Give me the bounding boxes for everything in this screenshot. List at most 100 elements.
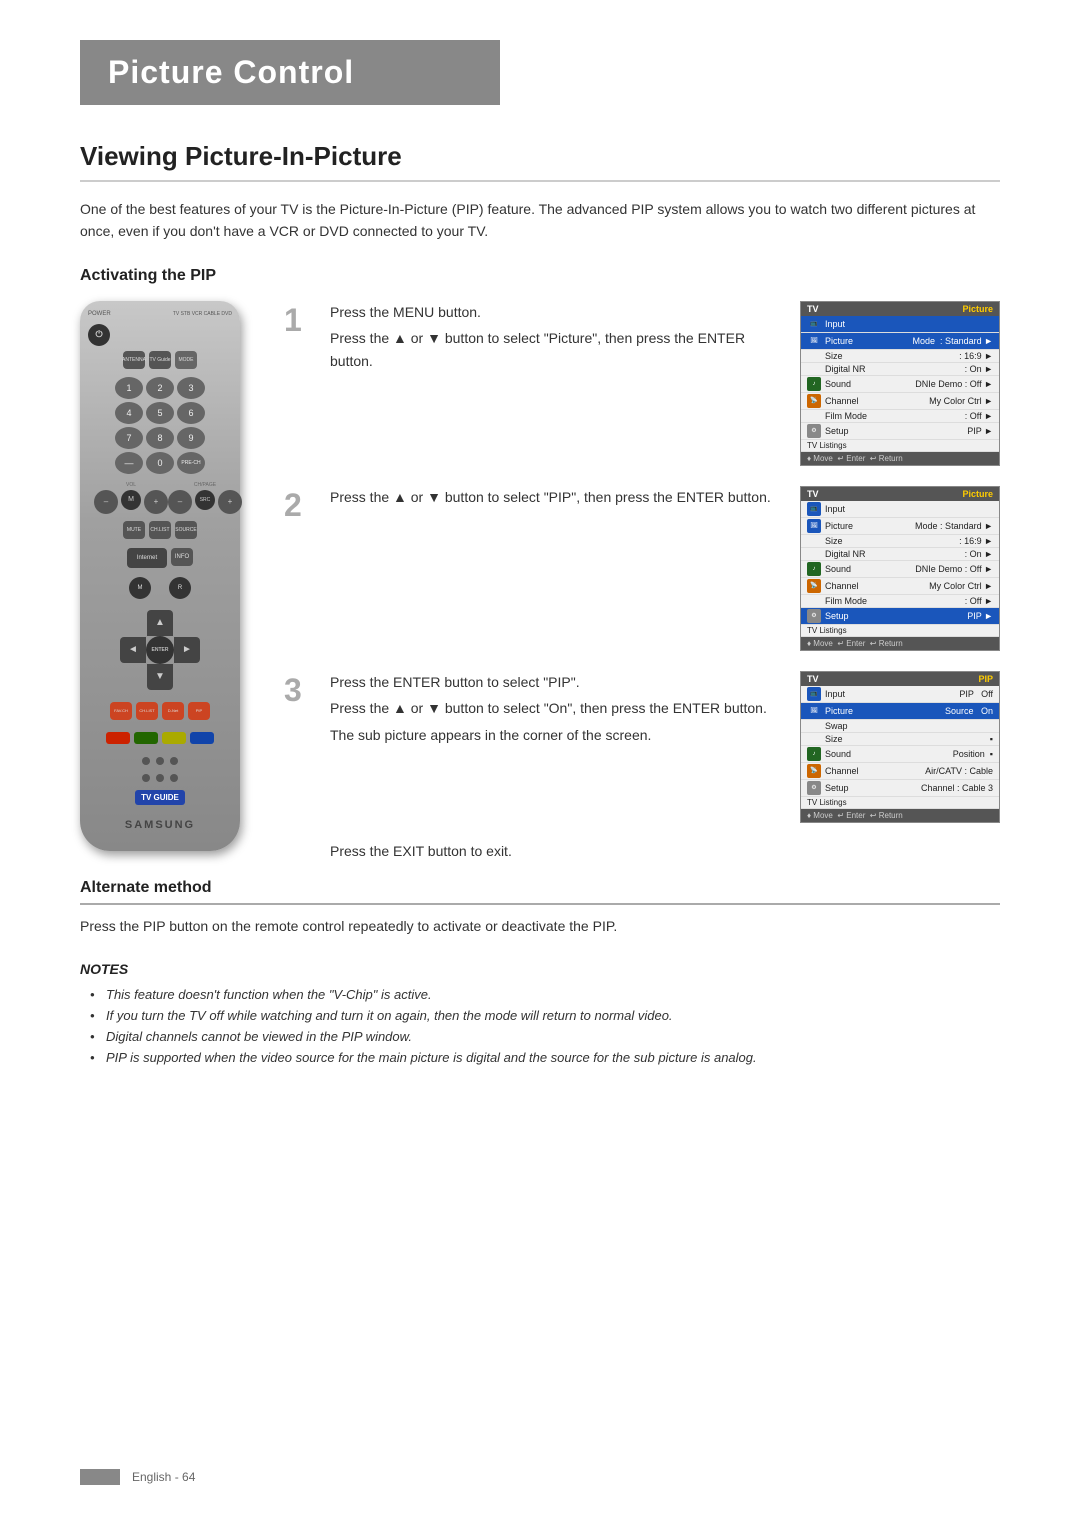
mode-button[interactable]: MODE: [175, 351, 197, 369]
step-2-number: 2: [284, 486, 314, 524]
pip-button[interactable]: PIP: [188, 702, 210, 720]
num-3[interactable]: 3: [177, 377, 205, 399]
menu-button[interactable]: M: [129, 577, 151, 599]
sound-icon-3: ♪: [807, 747, 821, 761]
setup-icon-2: ⚙: [807, 609, 821, 623]
num-0[interactable]: 0: [146, 452, 174, 474]
footer-text-1: ♦ Move ↵ Enter ↩ Return: [807, 454, 903, 463]
ch-list-btn2[interactable]: CH.LIST: [136, 702, 158, 720]
ch-down[interactable]: –: [168, 490, 192, 514]
remote-control: POWER TV STB VCR CABLE DVD ⏻ ANTENNA TV …: [80, 301, 240, 851]
aircatv-val-3: Air/CATV : Cable: [925, 766, 993, 776]
step-1-screen-header: TV Picture: [801, 302, 999, 316]
enter-button[interactable]: ENTER: [146, 636, 174, 664]
source-btn[interactable]: SRC: [195, 490, 215, 510]
mute-row: MUTE CH.LIST SOURCE: [88, 521, 232, 539]
mute-button[interactable]: MUTE: [123, 521, 145, 539]
footer-bar: [80, 1469, 120, 1485]
num-6[interactable]: 6: [177, 402, 205, 424]
color-buttons: [106, 732, 214, 744]
channel-icon-1: 📡: [807, 394, 821, 408]
blue-button[interactable]: [190, 732, 214, 744]
return-button[interactable]: R: [169, 577, 191, 599]
mute-btn[interactable]: M: [121, 490, 141, 510]
tv-label-1: TV: [807, 304, 819, 314]
tvguide-button[interactable]: TV Guide: [149, 351, 171, 369]
pre-ch[interactable]: PRE-CH: [177, 452, 205, 474]
input-icon-1: 📺: [807, 317, 821, 331]
dnr-val-1: : On ►: [965, 364, 993, 374]
alternate-method-section: Alternate method Press the PIP button on…: [80, 879, 1000, 937]
dpad-right[interactable]: [174, 637, 200, 663]
subsection-title: Activating the PIP: [80, 267, 1000, 285]
screen-title-2: Picture: [962, 489, 993, 499]
info-button[interactable]: INFO: [171, 548, 193, 566]
remote-top-labels: POWER TV STB VCR CABLE DVD: [88, 311, 232, 317]
channel-label-3: Channel: [825, 766, 859, 776]
screen-row-listings-2: TV Listings: [801, 625, 999, 637]
ch-up[interactable]: +: [218, 490, 242, 514]
d-net-button[interactable]: D-Net: [162, 702, 184, 720]
step-1-line-2: Press the ▲ or ▼ button to select "Pictu…: [330, 327, 784, 372]
num-7[interactable]: 7: [115, 427, 143, 449]
dnie-val-1: DNIe Demo : Off ►: [915, 379, 993, 389]
screen-footer-3: ♦ Move ↵ Enter ↩ Return: [801, 809, 999, 822]
size-val-2: : 16:9 ►: [959, 536, 993, 546]
num-dash[interactable]: —: [115, 452, 143, 474]
footer-page-number: English - 64: [132, 1470, 195, 1484]
picture-label-3: Picture: [825, 706, 853, 716]
vol-ch-row: VOL – M + CH/PAGE – SRC +: [88, 482, 232, 514]
film-val-1: : Off ►: [965, 411, 993, 421]
screen-row-sound-2: ♪ Sound DNIe Demo : Off ►: [801, 561, 999, 578]
screen-footer-2: ♦ Move ↵ Enter ↩ Return: [801, 637, 999, 650]
internet-button[interactable]: Internet: [127, 548, 167, 568]
red-button[interactable]: [106, 732, 130, 744]
exit-text: Press the EXIT button to exit.: [330, 843, 1000, 859]
screen-row-channel-num-3: ⚙ Setup Channel : Cable 3: [801, 780, 999, 797]
screen-row-film-1: Film Mode : Off ►: [801, 410, 999, 423]
ch-group: CH/PAGE – SRC +: [168, 482, 242, 514]
dpad-left[interactable]: [120, 637, 146, 663]
sound-label-3: Sound: [825, 749, 851, 759]
yellow-button[interactable]: [162, 732, 186, 744]
num-9[interactable]: 9: [177, 427, 205, 449]
input-label-2: Input: [825, 504, 845, 514]
num-8[interactable]: 8: [146, 427, 174, 449]
source-button[interactable]: SOURCE: [175, 521, 197, 539]
dot-2: [156, 757, 164, 765]
vol-down[interactable]: –: [94, 490, 118, 514]
dot-3: [170, 757, 178, 765]
dpad-down[interactable]: [147, 664, 173, 690]
num-5[interactable]: 5: [146, 402, 174, 424]
fav-ch-button[interactable]: FAV.CH: [110, 702, 132, 720]
menu-row: M R: [88, 577, 232, 599]
vol-up[interactable]: +: [144, 490, 168, 514]
sound-icon-2: ♪: [807, 562, 821, 576]
screen-row-source-3: 🖼 Picture Source On: [801, 703, 999, 720]
screen-row-channel-1: 📡 Channel My Color Ctrl ►: [801, 393, 999, 410]
numpad: 1 2 3 4 5 6 7 8 9 — 0 PRE-CH: [115, 377, 205, 474]
dpad-up[interactable]: [147, 610, 173, 636]
picture-mode-2: Mode : Standard ►: [915, 521, 993, 531]
chlist-button[interactable]: CH.LIST: [149, 521, 171, 539]
num-2[interactable]: 2: [146, 377, 174, 399]
antenna-button[interactable]: ANTENNA: [123, 351, 145, 369]
screen-row-size-2: Size : 16:9 ►: [801, 535, 999, 548]
step-3-text: Press the ENTER button to select "PIP". …: [330, 671, 784, 750]
notes-section: NOTES This feature doesn't function when…: [80, 961, 1000, 1068]
size-val-3: ▪: [990, 734, 993, 744]
step-3-number: 3: [284, 671, 314, 709]
remote-power-row: ⏻: [88, 324, 232, 346]
screen-row-input-1: 📺 Input: [801, 316, 999, 333]
step-3-line-3: The sub picture appears in the corner of…: [330, 724, 784, 746]
screen-title-3: PIP: [978, 674, 993, 684]
green-button[interactable]: [134, 732, 158, 744]
power-button[interactable]: ⏻: [88, 324, 110, 346]
screen-row-picture-2: 🖼 Picture Mode : Standard ►: [801, 518, 999, 535]
num-1[interactable]: 1: [115, 377, 143, 399]
vol-group: VOL – M +: [94, 482, 168, 514]
screen-row-size-1: Size : 16:9 ►: [801, 350, 999, 363]
setup-label-2: Setup: [825, 611, 849, 621]
num-4[interactable]: 4: [115, 402, 143, 424]
screen-row-listings-3: TV Listings: [801, 797, 999, 809]
